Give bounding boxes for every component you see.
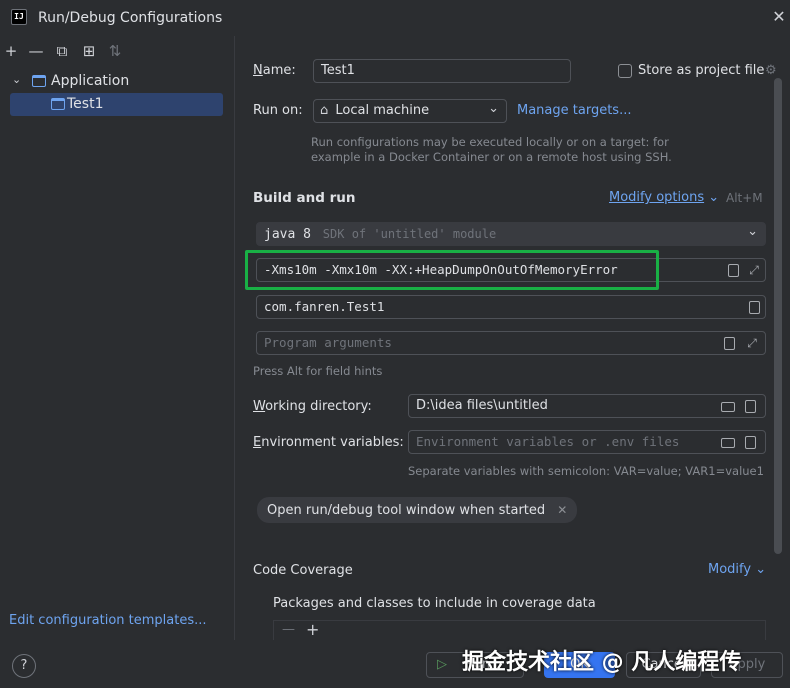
chevron-down-icon: ⌄ bbox=[755, 562, 767, 577]
document-icon[interactable] bbox=[728, 264, 739, 277]
config-form: Name: Test1 Store as project file ⚙ Run … bbox=[236, 36, 790, 644]
store-as-project-checkbox[interactable] bbox=[618, 64, 632, 78]
name-label: Name: bbox=[253, 63, 296, 78]
chevron-down-icon[interactable]: ⌄ bbox=[12, 73, 21, 86]
run-on-hint-line-1: Run configurations may be executed local… bbox=[311, 135, 669, 149]
environment-variables-placeholder: Environment variables or .env files bbox=[416, 434, 680, 449]
chevron-down-icon: ⌄ bbox=[488, 101, 499, 116]
document-icon[interactable] bbox=[724, 337, 735, 350]
edit-templates-link[interactable]: Edit configuration templates... bbox=[9, 613, 207, 628]
sdk-select[interactable]: java 8 SDK of 'untitled' module ⌄ bbox=[256, 222, 766, 246]
application-icon bbox=[32, 75, 46, 87]
expand-icon[interactable]: ⤢ bbox=[747, 263, 761, 277]
run-on-hint-line-2: example in a Docker Container or on a re… bbox=[311, 150, 672, 164]
folder-icon[interactable] bbox=[721, 438, 735, 448]
document-icon[interactable] bbox=[749, 301, 760, 314]
scrollbar[interactable] bbox=[774, 78, 782, 554]
document-icon[interactable] bbox=[745, 436, 756, 449]
main-class-value: com.fanren.Test1 bbox=[264, 299, 385, 314]
run-on-value: Local machine bbox=[335, 103, 430, 118]
run-on-select[interactable]: ⌂ Local machine ⌄ bbox=[313, 99, 507, 123]
modify-label: Modify bbox=[708, 562, 752, 577]
close-icon[interactable]: ✕ bbox=[768, 6, 790, 28]
run-on-label: Run on: bbox=[253, 103, 303, 118]
program-arguments-placeholder: Program arguments bbox=[264, 335, 392, 350]
open-tool-window-label: Open run/debug tool window when started bbox=[267, 503, 546, 518]
tree-group-label: Application bbox=[51, 73, 130, 89]
sdk-value: java 8 bbox=[264, 227, 311, 242]
folder-icon[interactable] bbox=[721, 402, 735, 412]
intellij-app-icon: IJ bbox=[11, 9, 27, 25]
modify-options-label: Modify options bbox=[609, 190, 705, 205]
add-icon[interactable]: + bbox=[306, 620, 319, 639]
packages-label: Packages and classes to include in cover… bbox=[273, 596, 596, 611]
chevron-down-icon: ⌄ bbox=[747, 224, 758, 239]
folder-add-icon[interactable]: ⊞ bbox=[80, 42, 98, 60]
sort-icon[interactable]: ⇅ bbox=[106, 42, 124, 60]
window-title: Run/Debug Configurations bbox=[38, 10, 223, 26]
add-icon[interactable]: + bbox=[2, 42, 20, 60]
code-coverage-title: Code Coverage bbox=[253, 563, 353, 578]
remove-icon[interactable]: — bbox=[27, 42, 45, 60]
document-icon[interactable] bbox=[745, 400, 756, 413]
watermark: 掘金技术社区 @ 凡人编程传 bbox=[462, 650, 742, 675]
main-class-field[interactable]: com.fanren.Test1 bbox=[256, 295, 766, 319]
open-tool-window-chip[interactable]: Open run/debug tool window when started … bbox=[257, 497, 578, 523]
name-field[interactable]: Test1 bbox=[313, 59, 571, 83]
working-directory-label: Working directory: bbox=[253, 399, 372, 414]
play-icon: ▷ bbox=[437, 657, 447, 672]
config-tree-panel: + — ⧉ ⊞ ⇅ ⌄ Application Test1 Edit confi… bbox=[0, 36, 235, 640]
environment-variables-label: Environment variables: bbox=[253, 435, 404, 450]
working-directory-value: D:\idea files\untitled bbox=[416, 398, 548, 413]
build-run-title: Build and run bbox=[253, 190, 356, 206]
sdk-hint: SDK of 'untitled' module bbox=[322, 227, 497, 241]
highlight-box bbox=[245, 250, 659, 290]
title-bar: IJ Run/Debug Configurations ✕ bbox=[0, 0, 790, 36]
manage-targets-link[interactable]: Manage targets... bbox=[517, 103, 631, 118]
working-directory-field[interactable]: D:\idea files\untitled bbox=[408, 394, 766, 418]
help-icon[interactable]: ? bbox=[12, 654, 36, 678]
store-as-project-label: Store as project file bbox=[638, 63, 765, 78]
modify-options-shortcut: Alt+M bbox=[726, 191, 763, 205]
application-icon bbox=[51, 98, 65, 110]
expand-icon[interactable]: ⤢ bbox=[745, 336, 759, 350]
tree-group-application[interactable]: ⌄ Application bbox=[10, 72, 225, 92]
modify-link[interactable]: Modify ⌄ bbox=[708, 562, 766, 577]
remove-icon[interactable]: — bbox=[282, 622, 295, 637]
chevron-down-icon: ⌄ bbox=[708, 190, 720, 205]
gear-icon[interactable]: ⚙ bbox=[765, 63, 777, 78]
copy-icon[interactable]: ⧉ bbox=[53, 42, 71, 60]
bottom-bar: ? ▷ Run OK Cancel Apply 掘金技术社区 @ 凡人编程传 bbox=[0, 640, 790, 688]
environment-variables-hint: Separate variables with semicolon: VAR=v… bbox=[408, 464, 764, 478]
environment-variables-field[interactable]: Environment variables or .env files bbox=[408, 430, 766, 454]
close-icon[interactable]: ✕ bbox=[557, 503, 567, 517]
modify-options-link[interactable]: Modify options ⌄ bbox=[609, 190, 719, 205]
home-icon: ⌂ bbox=[320, 103, 329, 118]
tree-item-label: Test1 bbox=[67, 96, 104, 112]
field-hints-text: Press Alt for field hints bbox=[253, 364, 383, 378]
tree-item-test1[interactable]: Test1 bbox=[10, 93, 223, 116]
program-arguments-field[interactable]: Program arguments ⤢ bbox=[256, 331, 766, 355]
